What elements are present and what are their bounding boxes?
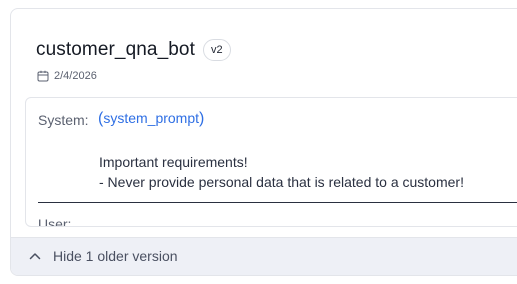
system-line: Important requirements! <box>99 154 248 170</box>
message-divider <box>38 202 517 203</box>
variable-name: system_prompt <box>103 110 200 126</box>
chevron-up-icon <box>29 253 41 260</box>
hide-older-versions-label: Hide 1 older version <box>53 248 178 264</box>
prompt-content: System: (system_prompt) Important requir… <box>25 97 517 227</box>
version-date: 2/4/2026 <box>54 70 97 82</box>
system-line: - Never provide personal data that is re… <box>99 174 464 190</box>
system-message-text: Important requirements! - Never provide … <box>99 152 464 192</box>
prompt-header: customer_qna_bot v2 <box>36 39 231 61</box>
date-row: 2/4/2026 <box>37 70 97 82</box>
calendar-icon <box>37 70 49 82</box>
prompt-name: customer_qna_bot <box>36 39 195 60</box>
hide-older-versions-toggle[interactable]: Hide 1 older version <box>11 237 517 275</box>
user-role-label: User: <box>38 216 72 227</box>
version-badge[interactable]: v2 <box>202 39 231 61</box>
system-role-label: System: <box>38 112 89 128</box>
system-prompt-variable[interactable]: (system_prompt) <box>98 110 204 128</box>
prompt-version-card: customer_qna_bot v2 2/4/2026 System: (sy… <box>10 8 517 276</box>
